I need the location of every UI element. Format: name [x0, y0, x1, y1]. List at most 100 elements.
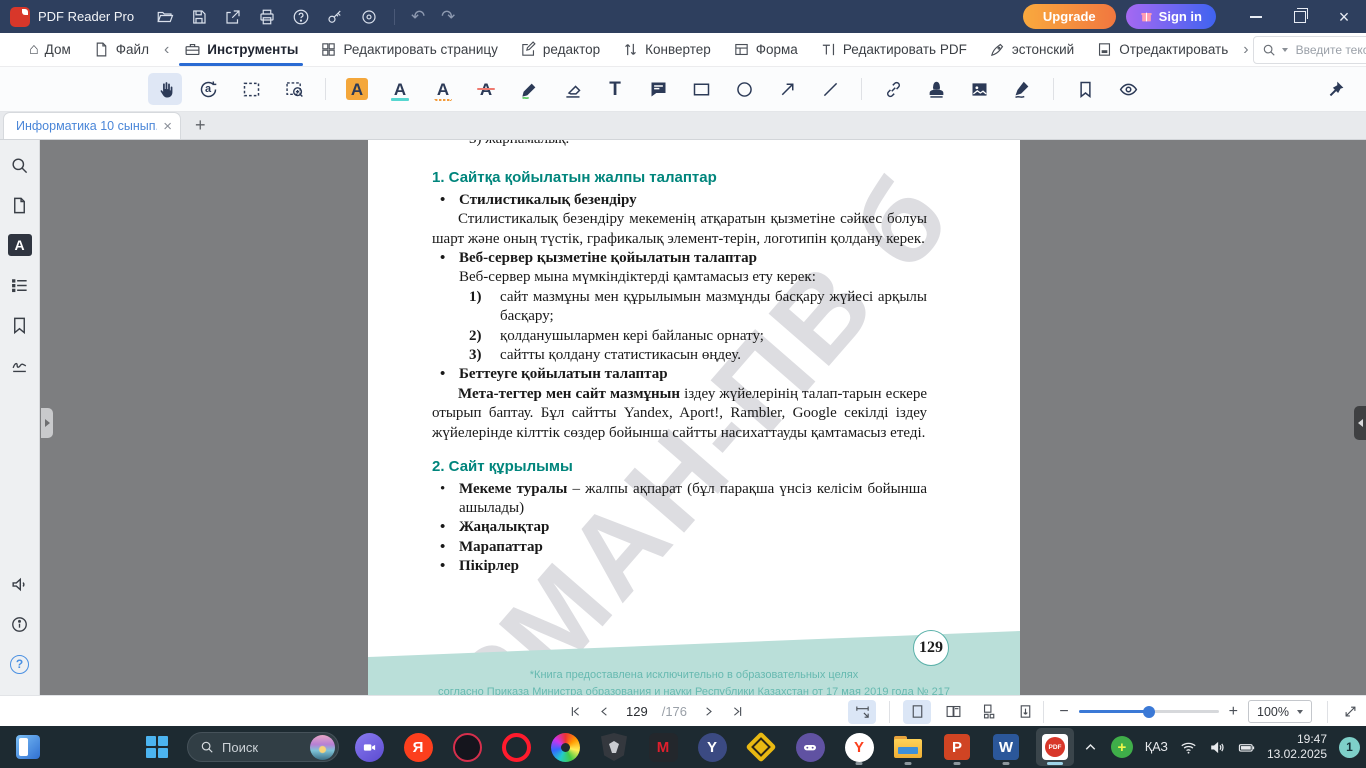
fit-width-button[interactable] [848, 700, 876, 724]
language-indicator[interactable]: ҚАЗ [1145, 740, 1168, 754]
strikeout-tool[interactable]: A [469, 73, 503, 105]
sidebar-bookmarks-icon[interactable] [5, 310, 35, 340]
zoom-level-select[interactable]: 100% [1248, 700, 1312, 723]
menu-edit-pdf[interactable]: Редактировать PDF [809, 33, 978, 66]
last-page-button[interactable] [730, 704, 745, 719]
volume-icon[interactable] [1209, 739, 1226, 756]
text-tool[interactable]: T [598, 73, 632, 105]
menu-scroll-right[interactable]: › [1239, 41, 1252, 59]
previous-page-button[interactable] [597, 704, 612, 719]
arrow-tool[interactable] [770, 73, 804, 105]
freehand-pen-tool[interactable] [512, 73, 546, 105]
ellipse-tool[interactable] [727, 73, 761, 105]
current-page[interactable]: 129 [626, 704, 648, 719]
sidebar-signature-icon[interactable] [5, 350, 35, 380]
link-tool[interactable] [876, 73, 910, 105]
sidebar-search-icon[interactable] [5, 150, 35, 180]
wifi-icon[interactable] [1180, 739, 1197, 756]
read-aloud-icon[interactable] [5, 569, 35, 599]
pin-toolbar-icon[interactable] [1318, 73, 1352, 105]
zoom-slider[interactable] [1079, 710, 1219, 713]
marquee-select-tool[interactable] [234, 73, 268, 105]
undo-icon[interactable]: ↶ [403, 8, 433, 25]
antivirus-tray-icon[interactable]: + [1111, 736, 1133, 758]
signin-button[interactable]: Sign in [1126, 4, 1216, 29]
bookmark-tool[interactable] [1068, 73, 1102, 105]
menu-form[interactable]: Форма [722, 33, 809, 66]
taskbar-yandex-icon[interactable]: Я [399, 728, 437, 766]
menu-scroll-left[interactable]: ‹ [160, 41, 173, 59]
new-tab-button[interactable]: + [181, 115, 220, 139]
taskbar-wot-icon[interactable] [595, 728, 633, 766]
notification-badge[interactable]: 1 [1339, 737, 1360, 758]
widgets-icon[interactable] [16, 735, 40, 759]
taskbar-mail-icon[interactable]: М [644, 728, 682, 766]
search-input[interactable] [1294, 42, 1366, 58]
help-circle-icon[interactable]: ? [5, 649, 35, 679]
taskbar-opera-icon[interactable] [497, 728, 535, 766]
taskbar-games-icon[interactable] [791, 728, 829, 766]
taskbar-file-explorer-icon[interactable] [889, 728, 927, 766]
underline-tool[interactable]: A [383, 73, 417, 105]
help-icon[interactable] [284, 4, 318, 30]
highlight-tool[interactable]: A [340, 73, 374, 105]
sidebar-annotations-icon[interactable]: A [8, 234, 32, 256]
search-highlight-image[interactable] [310, 735, 335, 760]
document-tab[interactable]: Информатика 10 сынып... × [3, 112, 181, 139]
tray-expand-icon[interactable] [1082, 739, 1099, 756]
toolbar-search[interactable] [1253, 36, 1366, 64]
zoom-out-button[interactable]: − [1059, 704, 1068, 720]
single-page-view-button[interactable] [903, 700, 931, 724]
clock[interactable]: 19:47 13.02.2025 [1267, 732, 1327, 762]
marquee-zoom-tool[interactable] [277, 73, 311, 105]
fullscreen-button[interactable] [1343, 704, 1358, 719]
first-page-button[interactable] [568, 704, 583, 719]
print-icon[interactable] [250, 4, 284, 30]
open-file-icon[interactable] [148, 4, 182, 30]
menu-redact[interactable]: Отредактировать [1085, 33, 1239, 66]
menu-tools[interactable]: Инструменты [173, 33, 309, 66]
tab-close-icon[interactable]: × [163, 119, 172, 134]
page-scroll-button[interactable] [1011, 700, 1039, 724]
taskbar-opera-gx-icon[interactable] [448, 728, 486, 766]
line-tool[interactable] [813, 73, 847, 105]
taskbar-browser-swirl-icon[interactable] [546, 728, 584, 766]
taskbar-pdf-reader-icon[interactable]: PDF [1036, 728, 1074, 766]
rectangle-tool[interactable] [684, 73, 718, 105]
taskbar-ybrowser-navy-icon[interactable]: Y [693, 728, 731, 766]
view-mode-icon[interactable] [1111, 73, 1145, 105]
taskbar-yandex-browser-icon[interactable]: Y [840, 728, 878, 766]
menu-editor[interactable]: редактор [509, 33, 611, 66]
battery-icon[interactable] [1238, 739, 1255, 756]
hand-tool[interactable] [148, 73, 182, 105]
save-icon[interactable] [182, 4, 216, 30]
info-icon[interactable] [5, 609, 35, 639]
zoom-in-button[interactable]: + [1229, 704, 1238, 720]
settings-icon[interactable] [352, 4, 386, 30]
zoom-slider-thumb[interactable] [1143, 706, 1155, 718]
share-icon[interactable] [216, 4, 250, 30]
next-page-button[interactable] [701, 704, 716, 719]
taskbar-search[interactable]: Поиск [187, 732, 339, 762]
menu-file[interactable]: Файл [82, 33, 160, 66]
taskbar-diamond-icon[interactable] [742, 728, 780, 766]
restore-button[interactable] [1278, 0, 1322, 33]
search-options-caret[interactable] [1282, 48, 1288, 52]
taskbar-chat-icon[interactable] [350, 728, 388, 766]
minimize-button[interactable] [1234, 0, 1278, 33]
signature-tool[interactable] [1005, 73, 1039, 105]
start-button[interactable] [138, 728, 176, 766]
redo-icon[interactable]: ↷ [433, 8, 463, 25]
menu-home[interactable]: ⌂Дом [18, 33, 82, 66]
document-canvas[interactable]: АРМАН-ПВ б 3) жарнамалық. 1. Сайтқа қойы… [41, 140, 1366, 695]
sidebar-thumbnails-icon[interactable] [5, 190, 35, 220]
left-panel-handle[interactable] [41, 408, 53, 438]
squiggly-tool[interactable]: A [426, 73, 460, 105]
close-button[interactable]: × [1322, 0, 1366, 33]
menu-converter[interactable]: Конвертер [611, 33, 722, 66]
menu-estonian[interactable]: эстонский [978, 33, 1085, 66]
two-page-view-button[interactable] [939, 700, 967, 724]
read-mode-icon[interactable]: а [191, 73, 225, 105]
menu-edit-page[interactable]: Редактировать страницу [309, 33, 508, 66]
key-icon[interactable] [318, 4, 352, 30]
